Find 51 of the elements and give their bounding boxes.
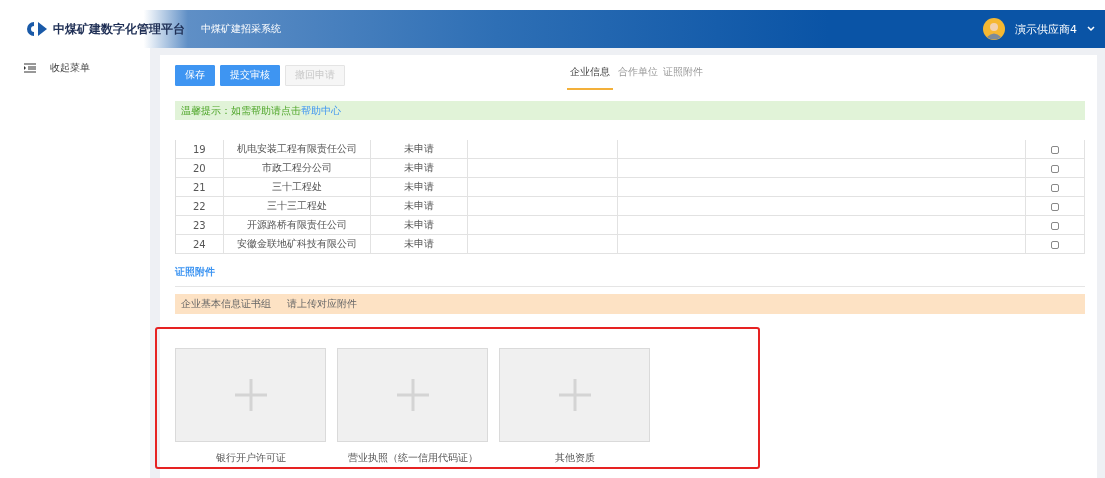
table-cell: 未申请 <box>403 219 434 230</box>
row-checkbox[interactable] <box>1050 183 1059 192</box>
table-cell: 未申请 <box>403 238 434 249</box>
table-cell: 未申请 <box>403 181 434 192</box>
help-center-link[interactable]: 帮助中心 <box>301 103 341 118</box>
upload-tile[interactable] <box>337 348 488 442</box>
table-cell: 24 <box>192 238 206 250</box>
logo-icon <box>26 22 48 36</box>
collapse-menu-label[interactable]: 收起菜单 <box>50 61 90 75</box>
row-checkbox[interactable] <box>1050 202 1059 211</box>
tab[interactable]: 企业信息 <box>567 63 613 90</box>
plus-icon <box>558 379 591 411</box>
upload-tile[interactable] <box>175 348 326 442</box>
row-checkbox[interactable] <box>1050 221 1059 230</box>
help-notice: 温馨提示：如需帮助请点击帮助中心 <box>175 101 1085 120</box>
toolbar-button[interactable]: 保存 <box>175 64 215 86</box>
row-checkbox[interactable] <box>1050 240 1059 249</box>
platform-title: 中煤矿建数字化管理平台 <box>53 20 185 38</box>
table-cell: 三十工程处 <box>271 181 322 192</box>
row-checkbox[interactable] <box>1050 164 1059 173</box>
system-name: 中煤矿建招采系统 <box>201 22 281 36</box>
upload-label: 银行开户许可证 <box>215 451 286 465</box>
tab[interactable]: 合作单位 <box>618 63 658 90</box>
table-cell: 22 <box>192 200 206 212</box>
plus-icon <box>396 379 429 411</box>
row-checkbox[interactable] <box>1050 145 1059 154</box>
table-cell: 安徽金联地矿科技有限公司 <box>236 238 357 249</box>
chevron-down-icon[interactable] <box>1087 26 1095 32</box>
table-cell: 20 <box>192 162 206 174</box>
table-cell: 开源路桥有限责任公司 <box>246 219 347 230</box>
table-cell: 未申请 <box>403 143 434 154</box>
group-hint: 请上传对应附件 <box>287 297 357 311</box>
section-title: 证照附件 <box>175 265 1085 287</box>
table-cell: 未申请 <box>403 200 434 211</box>
tab[interactable]: 证照附件 <box>663 63 703 90</box>
plus-icon <box>234 379 267 411</box>
table-cell: 21 <box>192 181 206 193</box>
upload-tile[interactable] <box>499 348 650 442</box>
table-cell: 23 <box>192 219 206 231</box>
upload-label: 其他资质 <box>554 451 595 465</box>
upload-label: 营业执照（统一信用代码证） <box>347 451 478 465</box>
toolbar-button[interactable]: 提交审核 <box>220 64 280 86</box>
group-label: 企业基本信息证书组 <box>181 297 271 311</box>
table-cell: 未申请 <box>403 162 434 173</box>
user-name[interactable]: 演示供应商4 <box>1015 21 1077 37</box>
avatar-icon[interactable] <box>983 18 1005 40</box>
menu-icon[interactable] <box>24 63 36 73</box>
table-cell: 市政工程分公司 <box>261 162 332 173</box>
table-cell: 机电安装工程有限责任公司 <box>236 143 357 154</box>
table-cell: 三十三工程处 <box>266 200 327 211</box>
table-cell: 19 <box>192 143 206 155</box>
